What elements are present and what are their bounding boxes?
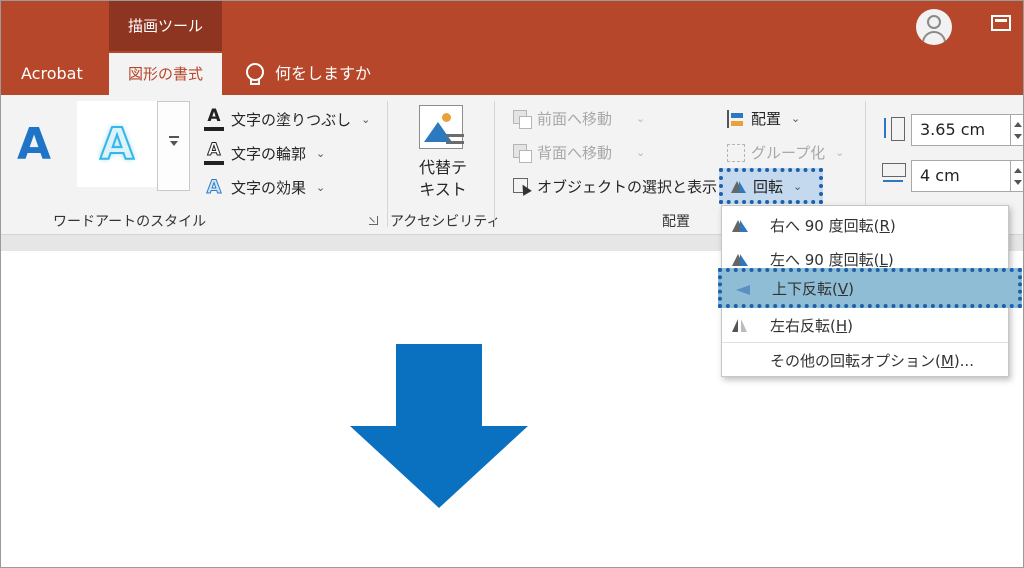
down-arrow-shape[interactable] [350,344,528,508]
rotate-button[interactable]: 回転 ⌄ [719,168,823,204]
access-key: L [879,250,888,269]
menu-suffix: ) [887,250,894,269]
access-key: V [837,279,849,298]
flip-vertical-item[interactable]: 上下反転(V) [718,268,1022,308]
shape-height-spinner[interactable] [1011,114,1023,146]
alt-text-button[interactable]: 代替テ キスト [403,157,483,201]
text-outline-icon: A [203,141,225,165]
dialog-launcher-icon[interactable] [369,216,378,225]
menu-suffix: ) [848,279,854,298]
menu-suffix: ) [847,316,853,335]
shape-height-icon [881,115,907,141]
shape-width-spinner[interactable] [1011,160,1023,192]
text-effects-label: 文字の効果 [231,178,307,197]
group-objects-icon [727,143,745,162]
selection-pane-icon [513,177,531,196]
text-outline-button[interactable]: A 文字の輪郭 ⌄ [203,141,325,165]
align-label: 配置 [751,110,782,128]
menu-label: 左へ 90 度回転( [770,250,880,269]
flip-horizontal-icon [730,316,752,334]
tab-shape-format[interactable]: 図形の書式 [109,53,222,95]
group-objects-label: グループ化 [751,144,826,162]
drawing-tools-context-label: 描画ツール [109,1,222,51]
group-objects-button[interactable]: グループ化 ⌄ [727,142,844,163]
chevron-down-icon: ⌄ [791,112,801,125]
menu-suffix: )... [953,351,974,370]
alt-text-line1: 代替テ [418,158,467,177]
send-backward-label: 背面へ移動 [537,144,613,162]
text-fill-icon: A [203,107,225,131]
rotate-left-icon [730,250,752,268]
rotate-icon [729,177,747,195]
wordart-gallery-more-button[interactable] [157,101,190,191]
account-avatar-icon[interactable] [916,9,952,45]
group-separator [387,101,388,227]
alt-text-icon[interactable] [419,105,464,149]
menu-label: 左右反転( [770,316,836,335]
text-fill-button[interactable]: A 文字の塗りつぶし ⌄ [203,107,370,131]
more-rotation-options-item[interactable]: その他の回転オプション(M)... [722,343,1008,377]
bring-forward-button[interactable]: 前面へ移動 ⌄ [513,108,645,129]
arrange-group-label: 配置 [662,214,690,230]
chevron-down-icon: ⌄ [793,179,803,193]
group-separator [494,101,495,227]
menu-suffix: ) [889,216,896,235]
chevron-down-icon: ⌄ [835,146,845,159]
align-button[interactable]: 配置 ⌄ [727,108,800,129]
wordart-style-blue[interactable]: A [1,101,67,187]
title-bar: 描画ツール Acrobat 図形の書式 何をしますか [1,1,1023,95]
rotate-right-90-item[interactable]: 右へ 90 度回転(R) [722,208,1008,242]
selection-pane-label: オブジェクトの選択と表示 [537,178,718,196]
access-key: H [835,316,848,335]
wordart-style-glow[interactable]: A [77,101,157,187]
tab-acrobat[interactable]: Acrobat [21,53,83,95]
access-key: R [879,216,890,235]
accessibility-group-label: アクセシビリティ [390,214,501,230]
menu-label: 上下反転( [772,279,838,298]
align-icon [727,109,745,128]
text-effects-icon: A [206,176,222,199]
rotate-label: 回転 [753,177,784,196]
send-backward-button[interactable]: 背面へ移動 ⌄ [513,142,645,163]
menu-label: 右へ 90 度回転( [770,216,880,235]
tell-me-search[interactable]: 何をしますか [245,53,371,95]
shape-width-input[interactable]: 4 cm [911,160,1011,192]
chevron-down-icon: ⌄ [636,112,646,125]
bring-forward-label: 前面へ移動 [537,110,613,128]
bring-forward-icon [513,109,532,129]
menu-label: その他の回転オプション( [770,351,941,370]
flip-horizontal-item[interactable]: 左右反転(H) [722,308,1008,342]
chevron-down-icon: ⌄ [316,180,326,194]
access-key: M [940,351,954,370]
text-effects-button[interactable]: A 文字の効果 ⌄ [203,175,325,199]
chevron-down-icon: ⌄ [316,146,326,160]
shape-height-input[interactable]: 3.65 cm [911,114,1011,146]
tell-me-label: 何をしますか [275,64,372,83]
chevron-down-icon: ⌄ [361,112,371,126]
text-outline-label: 文字の輪郭 [231,144,307,163]
text-fill-label: 文字の塗りつぶし [231,110,352,129]
powerpoint-window: 描画ツール Acrobat 図形の書式 何をしますか A A A 文字の塗りつぶ… [0,0,1024,568]
selection-pane-button[interactable]: オブジェクトの選択と表示 [513,176,717,197]
shape-width-icon [881,161,907,187]
rotate-right-icon [730,216,752,234]
lightbulb-icon [245,63,264,85]
ribbon-display-options-icon[interactable] [991,15,1011,31]
flip-vertical-icon [734,280,756,298]
rotate-dropdown-menu: 右へ 90 度回転(R) 左へ 90 度回転(L) 上下反転(V) 左右反転(H… [718,205,1022,377]
send-backward-icon [513,143,532,163]
wordart-group-label: ワードアートのスタイル [53,214,207,230]
alt-text-line2: キスト [419,180,467,199]
chevron-down-icon: ⌄ [636,146,646,159]
